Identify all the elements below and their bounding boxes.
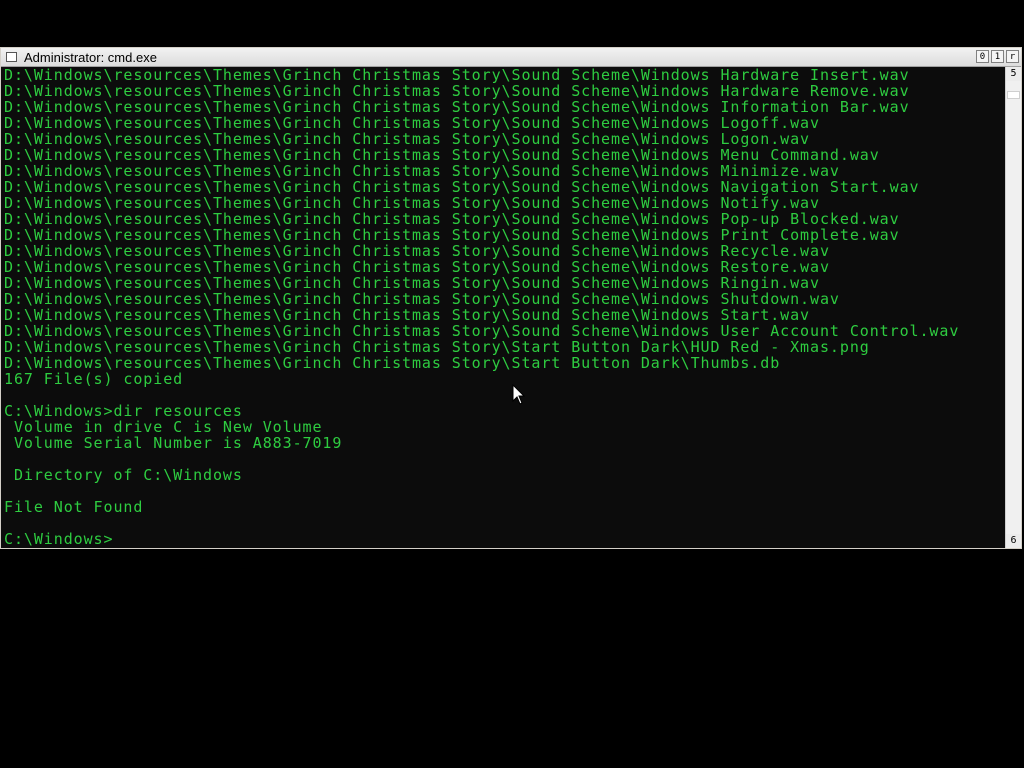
console-line: D:\Windows\resources\Themes\Grinch Chris… xyxy=(4,67,910,84)
console-line: C:\Windows> xyxy=(4,530,114,548)
console-line: D:\Windows\resources\Themes\Grinch Chris… xyxy=(4,258,830,276)
mouse-pointer-icon xyxy=(512,384,526,405)
console-line: D:\Windows\resources\Themes\Grinch Chris… xyxy=(4,210,900,228)
close-button[interactable]: r xyxy=(1006,50,1019,63)
console-line: D:\Windows\resources\Themes\Grinch Chris… xyxy=(4,226,900,244)
scroll-up-button[interactable]: 5 xyxy=(1006,67,1021,81)
console-line: 167 File(s) copied xyxy=(4,370,184,388)
minimize-button[interactable]: 0 xyxy=(976,50,989,63)
console-line: D:\Windows\resources\Themes\Grinch Chris… xyxy=(4,178,920,196)
console-line: D:\Windows\resources\Themes\Grinch Chris… xyxy=(4,162,840,180)
cmd-icon[interactable] xyxy=(6,52,17,62)
title-bar[interactable]: Administrator: cmd.exe 0 1 r xyxy=(1,48,1021,67)
console-line: C:\Windows>dir resources xyxy=(4,402,243,420)
console-line: D:\Windows\resources\Themes\Grinch Chris… xyxy=(4,114,820,132)
maximize-button[interactable]: 1 xyxy=(991,50,1004,63)
console-line: D:\Windows\resources\Themes\Grinch Chris… xyxy=(4,242,830,260)
window-title: Administrator: cmd.exe xyxy=(24,50,157,65)
console-window: Administrator: cmd.exe 0 1 r D:\Windows\… xyxy=(0,47,1022,549)
vertical-scrollbar[interactable]: 5 6 xyxy=(1005,67,1021,548)
console-line: D:\Windows\resources\Themes\Grinch Chris… xyxy=(4,274,820,292)
console-line: D:\Windows\resources\Themes\Grinch Chris… xyxy=(4,82,910,100)
console-line: Volume in drive C is New Volume xyxy=(4,418,323,436)
console-line: File Not Found xyxy=(4,498,144,516)
scroll-thumb[interactable] xyxy=(1007,91,1020,99)
console-line: D:\Windows\resources\Themes\Grinch Chris… xyxy=(4,306,811,324)
console-line: D:\Windows\resources\Themes\Grinch Chris… xyxy=(4,338,870,356)
console-line: D:\Windows\resources\Themes\Grinch Chris… xyxy=(4,354,781,372)
scroll-down-button[interactable]: 6 xyxy=(1006,534,1021,548)
console-line: D:\Windows\resources\Themes\Grinch Chris… xyxy=(4,146,880,164)
console-line: D:\Windows\resources\Themes\Grinch Chris… xyxy=(4,290,840,308)
console-line: D:\Windows\resources\Themes\Grinch Chris… xyxy=(4,322,960,340)
window-controls: 0 1 r xyxy=(976,50,1019,63)
console-line: Directory of C:\Windows xyxy=(4,466,243,484)
console-line: D:\Windows\resources\Themes\Grinch Chris… xyxy=(4,130,811,148)
console-line: Volume Serial Number is A883-7019 xyxy=(4,434,343,452)
console-output[interactable]: D:\Windows\resources\Themes\Grinch Chris… xyxy=(4,67,1002,548)
console-line: D:\Windows\resources\Themes\Grinch Chris… xyxy=(4,98,910,116)
console-line: D:\Windows\resources\Themes\Grinch Chris… xyxy=(4,194,820,212)
